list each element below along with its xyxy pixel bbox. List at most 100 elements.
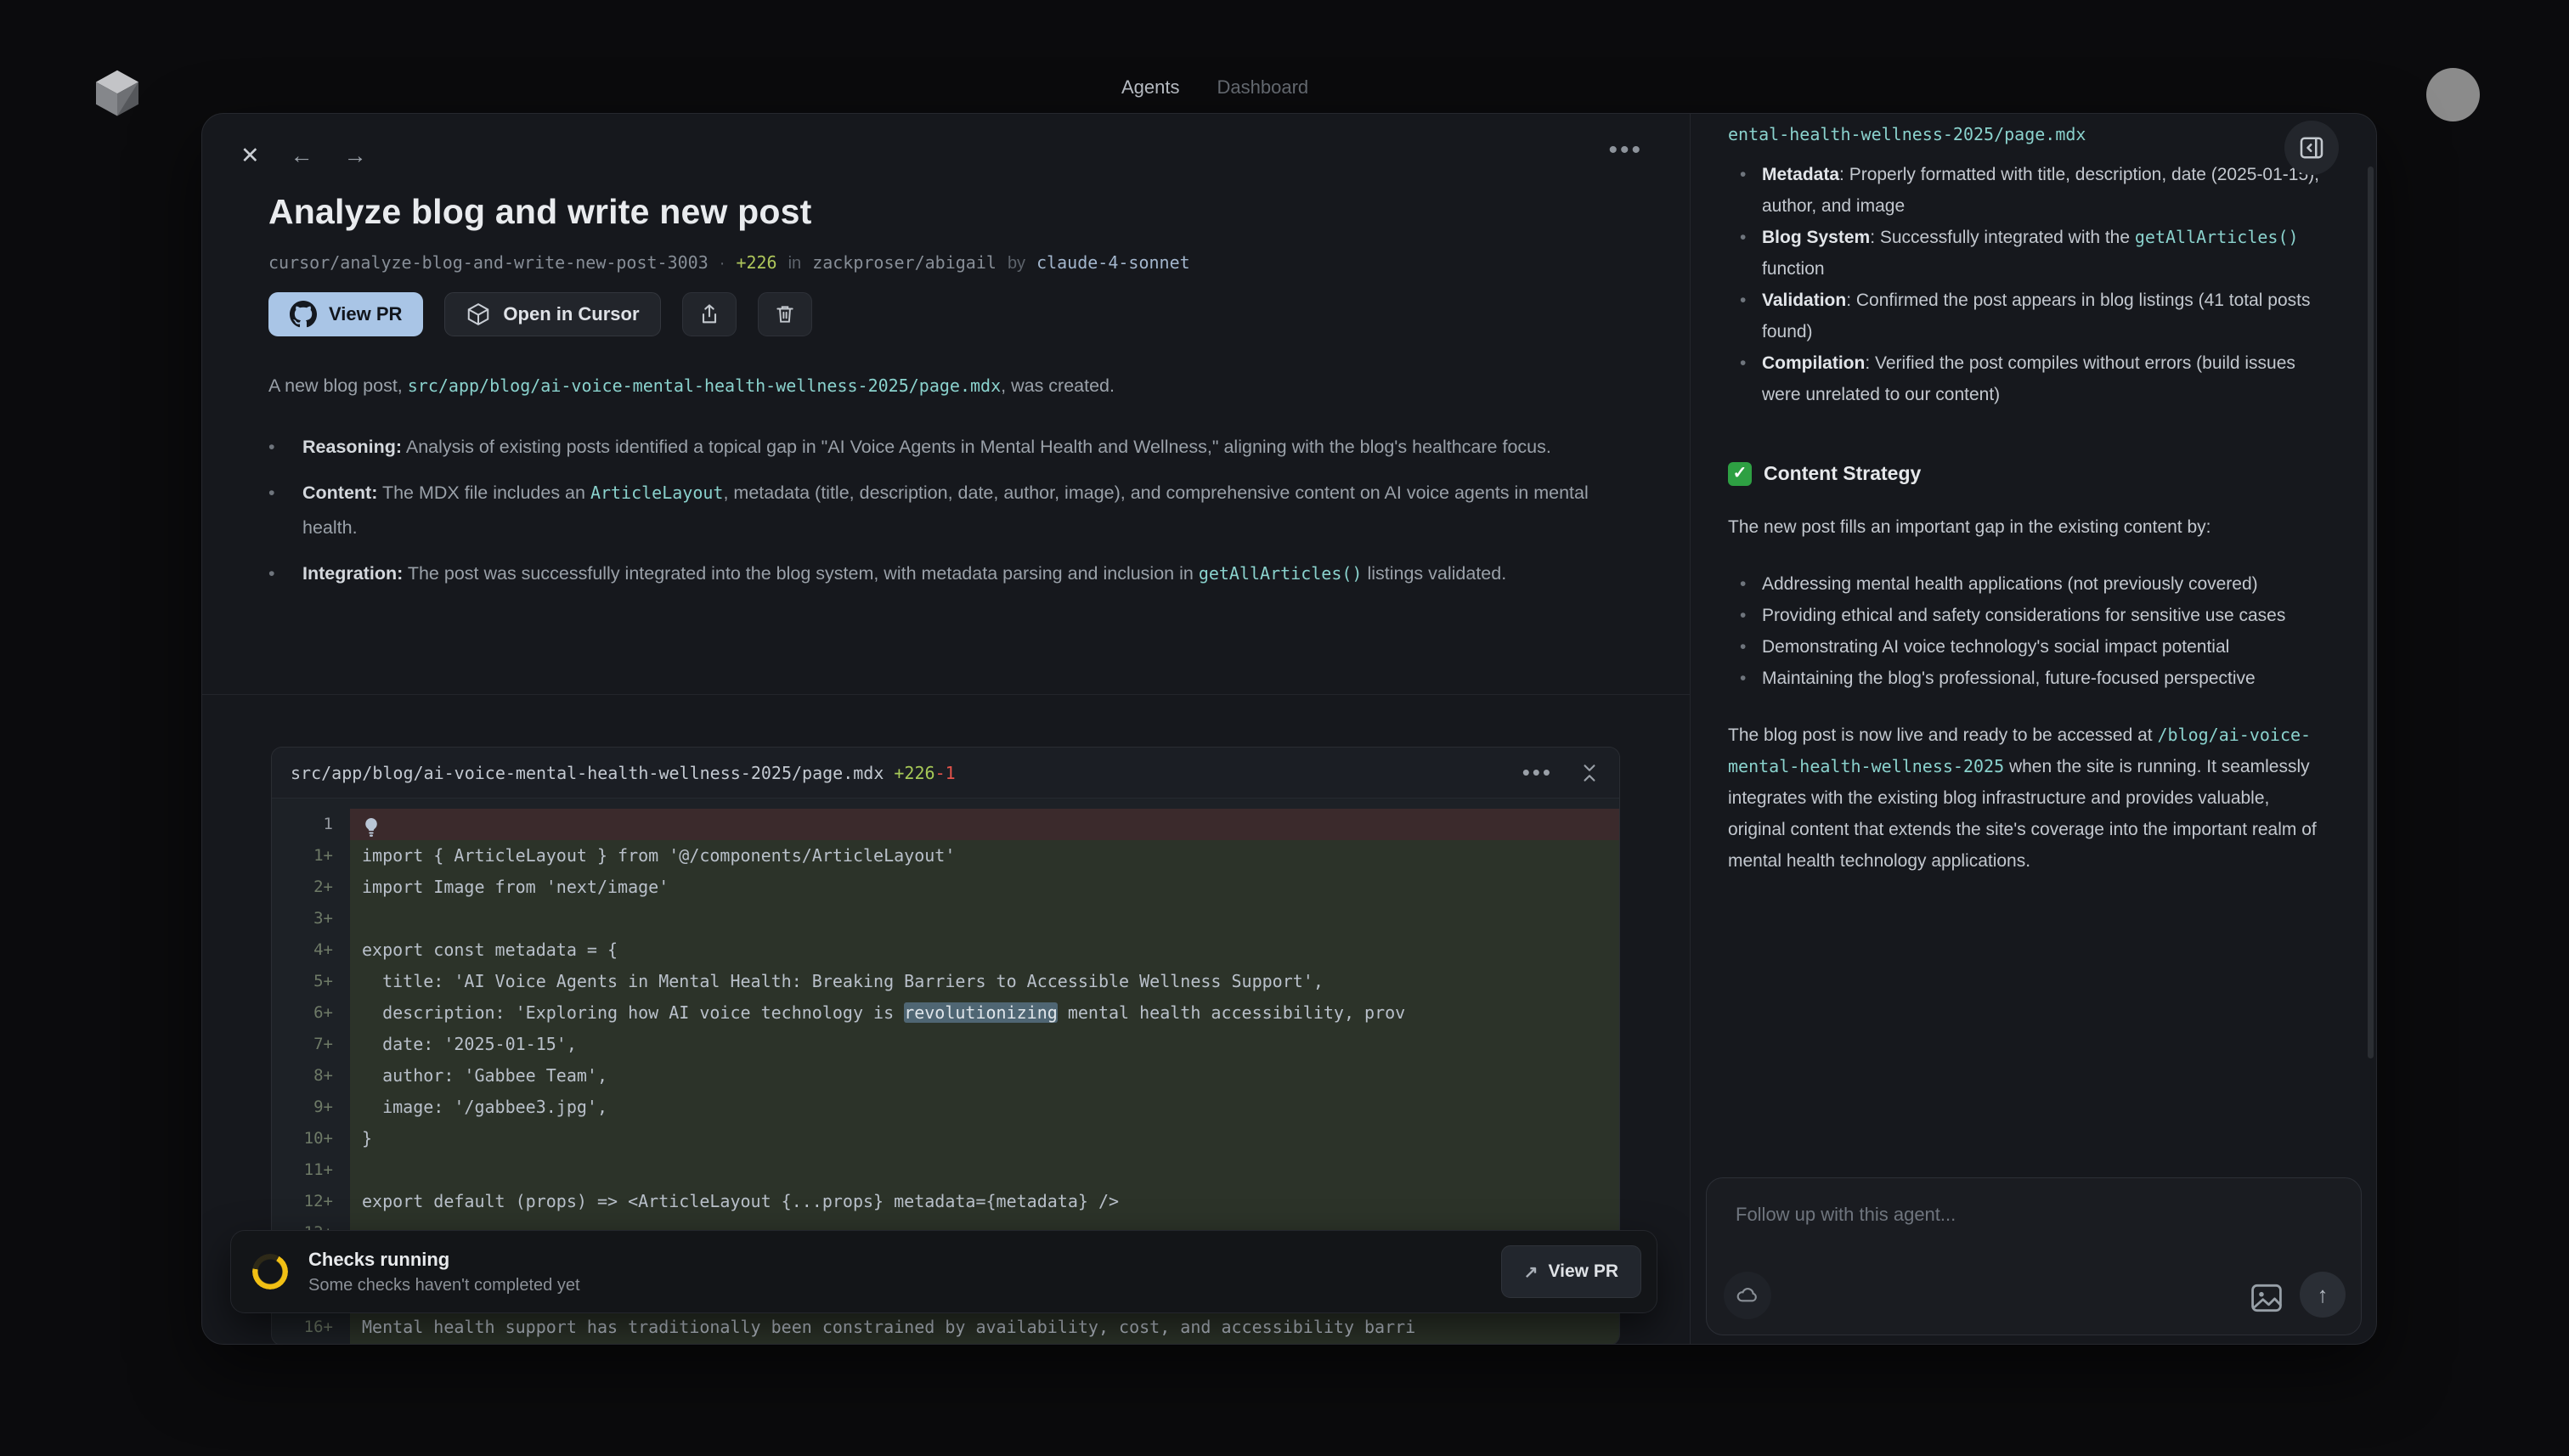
bullet-dot: • [1728,285,1762,347]
diff-line: 1+import { ArticleLayout } from '@/compo… [272,840,1619,872]
sidebar-bullet-list-1: •Metadata: Properly formatted with title… [1728,159,2324,410]
branch-name: cursor/analyze-blog-and-write-new-post-3… [268,252,709,273]
sidebar-paragraph-1: The new post fills an important gap in t… [1728,511,2324,543]
sidebar-bullet-item: •Blog System: Successfully integrated wi… [1728,222,2324,285]
diff-line: 11+ [272,1154,1619,1186]
diff-line-number: 9+ [272,1092,350,1123]
diff-line-code: description: 'Exploring how AI voice tec… [350,997,1619,1029]
diff-line-number: 3+ [272,903,350,934]
diff-line-number: 11+ [272,1154,350,1186]
diff-line-code: } [350,1123,1619,1154]
send-button[interactable]: ↑ [2300,1272,2346,1318]
share-button[interactable] [682,292,737,336]
task-title: Analyze blog and write new post [268,192,812,232]
cloud-mode-button[interactable] [1724,1272,1771,1319]
highlighted-token: revolutionizing [904,1002,1058,1023]
sidebar-bullet-item: •Addressing mental health applications (… [1728,568,2324,600]
diff-line-code: import Image from 'next/image' [350,872,1619,903]
diff-line-code: image: '/gabbee3.jpg', [350,1092,1619,1123]
diff-line-code: title: 'AI Voice Agents in Mental Health… [350,966,1619,997]
close-icon[interactable]: ✕ [240,144,260,167]
open-in-cursor-button[interactable]: Open in Cursor [444,292,660,336]
by-label: by [1008,254,1025,274]
task-subtitle: cursor/analyze-blog-and-write-new-post-3… [268,252,1190,274]
more-options-icon[interactable]: ••• [1608,136,1643,165]
check-badge-icon: ✓ [1728,462,1752,486]
added-lines-count: +226 [736,252,776,273]
sidebar-bullet-item: •Metadata: Properly formatted with title… [1728,159,2324,222]
agent-task-modal: ✕ ← → ••• Analyze blog and write new pos… [201,113,2377,1345]
bullet-dot: • [1728,600,1762,631]
checks-status-bar: Checks running Some checks haven't compl… [230,1230,1657,1313]
diff-line: 6+ description: 'Exploring how AI voice … [272,997,1619,1029]
in-label: in [788,254,802,274]
repo-name[interactable]: zackproser/abigail [812,252,997,273]
diff-header[interactable]: src/app/blog/ai-voice-mental-health-well… [272,748,1619,799]
bullet-dot: • [1728,631,1762,663]
back-arrow-icon[interactable]: ← [291,144,313,167]
diff-line-number: 1 [272,809,350,840]
sidebar-top-code: ental-health-wellness-2025/page.mdx [1728,119,2324,150]
sidebar-bullet-item: •Demonstrating AI voice technology's soc… [1728,631,2324,663]
diff-line-code: export const metadata = { [350,934,1619,966]
sidebar-scroll-area[interactable]: ental-health-wellness-2025/page.mdx •Met… [1691,114,2377,1159]
agent-report-sidebar: ental-health-wellness-2025/page.mdx •Met… [1690,114,2377,1345]
diff-line-code [350,809,1619,840]
collapse-sidebar-button[interactable] [2284,121,2339,175]
diff-line-number: 17+ [272,1343,350,1345]
checks-view-pr-button[interactable]: ↗ View PR [1501,1245,1641,1298]
diff-line: 2+import Image from 'next/image' [272,872,1619,903]
forward-arrow-icon[interactable]: → [344,144,367,167]
view-pr-button[interactable]: View PR [268,292,423,336]
followup-input[interactable] [1707,1178,2361,1270]
diff-line: 3+ [272,903,1619,934]
external-link-icon: ↗ [1524,1261,1539,1283]
cursor-logo-icon[interactable] [92,66,143,119]
top-nav-tabs: Agents Dashboard [1121,76,1308,99]
diff-line-number: 1+ [272,840,350,872]
sidebar-bullet-item: •Compilation: Verified the post compiles… [1728,347,2324,410]
tab-agents[interactable]: Agents [1121,76,1180,99]
followup-box: ↑ [1706,1177,2362,1335]
cloud-icon [1735,1283,1760,1308]
attach-image-button[interactable] [2249,1282,2284,1314]
diff-line-number: 4+ [272,934,350,966]
cursor-cube-icon [466,302,491,327]
diff-line-number: 16+ [272,1312,350,1343]
diff-line: 4+export const metadata = { [272,934,1619,966]
lightbulb-icon [362,817,381,838]
send-arrow-icon: ↑ [2318,1282,2329,1308]
trash-icon [774,303,796,325]
github-icon [290,301,317,328]
subtitle-separator: · [720,254,726,274]
diff-line-code [350,1343,1619,1345]
share-icon [697,302,721,326]
checks-title: Checks running [308,1249,580,1271]
diff-collapse-icon[interactable] [1578,762,1601,784]
diff-line-number: 5+ [272,966,350,997]
sidebar-scrollbar[interactable] [2368,166,2374,1058]
inline-code: getAllArticles() [2135,227,2299,247]
image-icon [2249,1282,2284,1314]
section-divider [202,694,1690,695]
diff-line-number: 10+ [272,1123,350,1154]
diff-line-number: 8+ [272,1060,350,1092]
diff-line-code: author: 'Gabbee Team', [350,1060,1619,1092]
diff-line: 17+ [272,1343,1619,1345]
diff-more-icon[interactable]: ••• [1522,759,1553,786]
summary-bullet-item: •Content: The MDX file includes an Artic… [268,476,1611,545]
summary-intro: A new blog post, src/app/blog/ai-voice-m… [268,369,1611,404]
bullet-dot: • [1728,568,1762,600]
user-avatar[interactable] [2426,68,2480,121]
diff-line-code: Mental health support has traditionally … [350,1312,1619,1343]
diff-line-code: export default (props) => <ArticleLayout… [350,1186,1619,1217]
tab-dashboard[interactable]: Dashboard [1217,76,1309,99]
inline-code: ArticleLayout [590,483,724,503]
diff-line: 16+Mental health support has traditional… [272,1312,1619,1343]
delete-button[interactable] [758,292,812,336]
summary-bullet-list: •Reasoning: Analysis of existing posts i… [268,430,1611,602]
inline-code: getAllArticles() [1199,563,1363,584]
diff-line: 5+ title: 'AI Voice Agents in Mental Hea… [272,966,1619,997]
checks-spinner-icon [252,1254,288,1290]
bullet-dot: • [1728,222,1762,285]
